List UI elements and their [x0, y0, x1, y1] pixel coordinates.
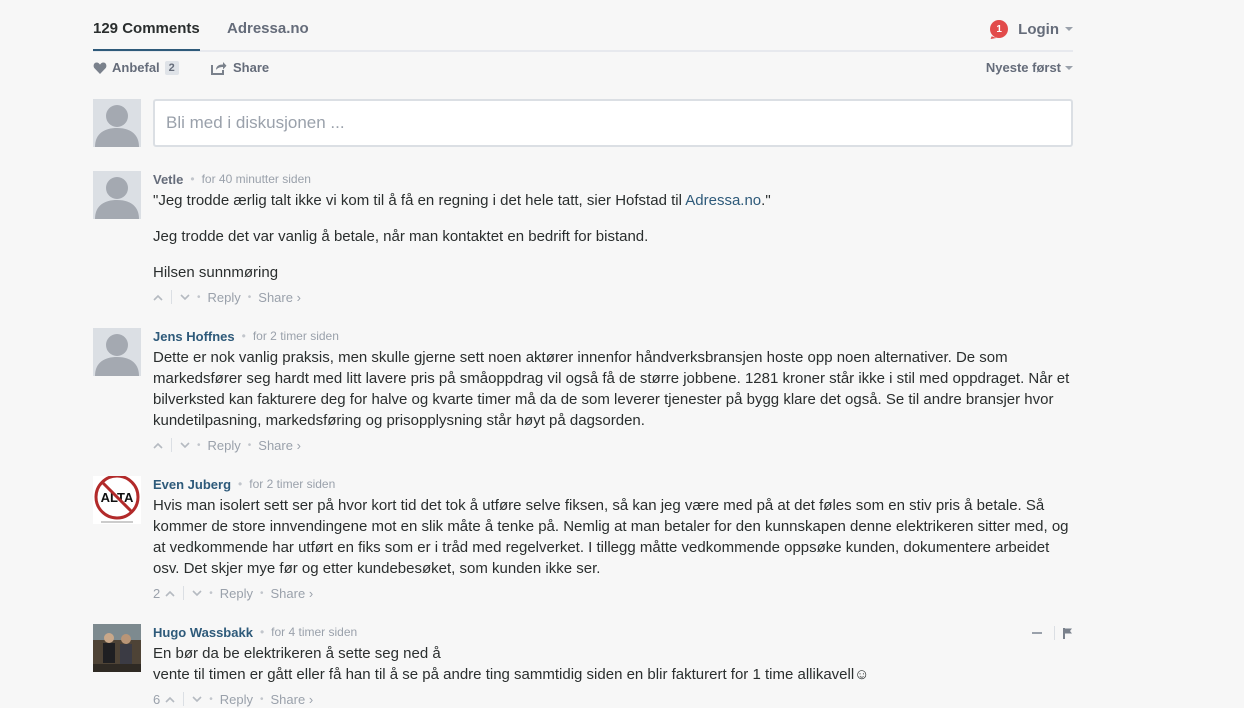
chevron-up-icon [153, 442, 163, 449]
chevron-down-icon [180, 441, 190, 448]
login-label[interactable]: Login [1018, 21, 1059, 38]
notification-badge[interactable]: 1 [990, 20, 1009, 38]
recommend-count: 2 [164, 60, 179, 75]
upvote-button[interactable] [153, 442, 163, 449]
tab-comments[interactable]: 129 Comments [93, 20, 200, 51]
user-icon [95, 105, 139, 147]
sort-dropdown[interactable]: Nyeste først [986, 60, 1073, 75]
share-comment-button[interactable]: Share › [258, 438, 301, 453]
comment-actions: 6 • Reply • Share › [153, 691, 314, 707]
thread-toolbar: Anbefal 2 Share Nyeste først [93, 60, 1073, 80]
reply-button[interactable]: Reply [208, 438, 241, 453]
comment-timestamp[interactable]: for 2 timer siden [253, 329, 339, 343]
comment-composer[interactable] [153, 99, 1073, 147]
downvote-button[interactable] [180, 293, 190, 301]
comment-text: "Jeg trodde ærlig talt ikke vi kom til å… [153, 192, 771, 281]
recommend-button[interactable]: Anbefal 2 [93, 60, 179, 75]
share-comment-button[interactable]: Share › [258, 290, 301, 305]
avatar[interactable] [93, 171, 141, 219]
chevron-down-icon [192, 695, 202, 702]
heart-icon [93, 62, 107, 74]
share-button[interactable]: Share [211, 60, 269, 75]
comment-text: Dette er nok vanlig praksis, men skulle … [153, 349, 1070, 429]
comment-link[interactable]: Adressa.no [685, 192, 761, 209]
comment-actions: 2 • Reply • Share › [153, 585, 314, 601]
chevron-down-icon [1065, 27, 1073, 31]
avatar[interactable]: ALTA [93, 476, 141, 524]
sort-label: Nyeste først [985, 60, 1061, 75]
avatar[interactable] [93, 624, 141, 672]
chevron-up-icon [165, 696, 175, 703]
login-menu[interactable]: 1 Login [990, 20, 1073, 38]
share-icon [211, 61, 227, 75]
upvote-count: 6 [153, 691, 161, 707]
reply-button[interactable]: Reply [220, 692, 253, 707]
comment-timestamp[interactable]: for 40 minutter siden [202, 172, 311, 186]
chevron-down-icon [1065, 65, 1073, 70]
no-symbol-icon: ALTA [94, 476, 140, 523]
recommend-label: Anbefal [112, 60, 160, 75]
avatar[interactable] [93, 328, 141, 376]
downvote-button[interactable] [180, 441, 190, 449]
share-label: Share [233, 60, 270, 75]
avatar [93, 99, 141, 147]
comment-author[interactable]: Jens Hoffnes [153, 329, 235, 344]
upvote-button[interactable] [153, 294, 163, 301]
tab-community[interactable]: Adressa.no [227, 20, 309, 37]
comment-text: En bør da be elektrikeren å sette seg ne… [153, 645, 870, 683]
upvote-count: 2 [153, 585, 161, 601]
disqus-thread: 129 Comments Adressa.no 1 Login Anbefal … [93, 0, 1073, 707]
thread-nav: 129 Comments Adressa.no 1 Login [93, 0, 1073, 52]
comment-author[interactable]: Hugo Wassbakk [153, 625, 253, 640]
comment-timestamp[interactable]: for 2 timer siden [249, 477, 335, 491]
comment-moderation [1032, 626, 1073, 640]
upvote-button[interactable]: 6 [153, 692, 175, 707]
comment-actions: • Reply • Share › [153, 288, 1073, 306]
collapse-icon[interactable] [1032, 632, 1042, 634]
comment-input[interactable] [155, 101, 1071, 145]
comment-actions: • Reply • Share › [153, 436, 1073, 454]
reply-button[interactable]: Reply [208, 290, 241, 305]
upvote-button[interactable]: 2 [153, 586, 175, 601]
comment-author[interactable]: Vetle [153, 172, 183, 187]
user-icon [95, 177, 139, 219]
comment-text: Hvis man isolert sett ser på hvor kort t… [153, 497, 1069, 577]
share-comment-button[interactable]: Share › [271, 692, 314, 707]
chevron-down-icon [180, 293, 190, 300]
comment-timestamp[interactable]: for 4 timer siden [271, 625, 357, 639]
user-icon [95, 334, 139, 376]
reply-button[interactable]: Reply [220, 586, 253, 601]
downvote-button[interactable] [192, 695, 202, 703]
chevron-up-icon [165, 590, 175, 597]
comment-author[interactable]: Even Juberg [153, 477, 231, 492]
chevron-down-icon [192, 589, 202, 596]
flag-icon[interactable] [1063, 627, 1073, 639]
share-comment-button[interactable]: Share › [271, 586, 314, 601]
chevron-up-icon [153, 294, 163, 301]
downvote-button[interactable] [192, 589, 202, 597]
user-photo-icon [93, 624, 141, 672]
